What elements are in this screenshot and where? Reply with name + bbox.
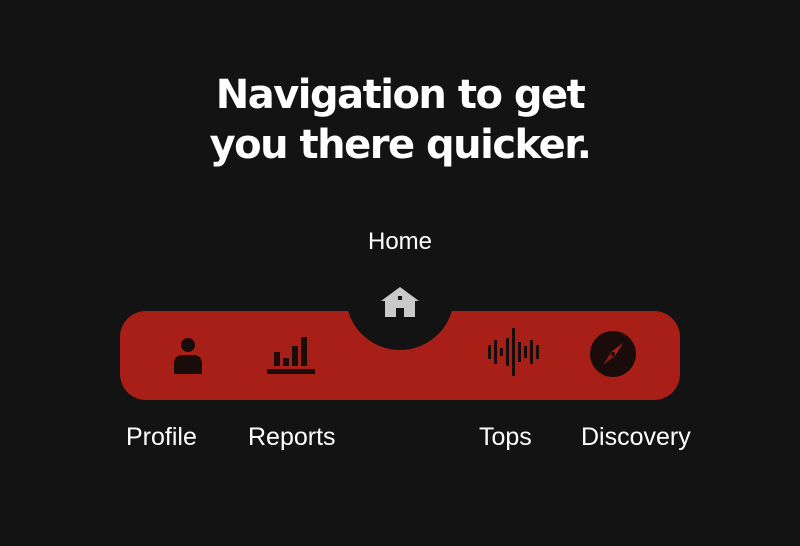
nav-item-discovery[interactable]: Discovery bbox=[581, 422, 691, 452]
person-icon[interactable] bbox=[171, 334, 205, 374]
nav-item-tops[interactable]: Tops bbox=[479, 422, 532, 452]
nav-item-home-label[interactable]: Home bbox=[340, 228, 460, 256]
bottom-navigation: Home Profile Reports Tops Discovery bbox=[0, 0, 800, 546]
nav-item-reports[interactable]: Reports bbox=[248, 422, 336, 452]
bar-chart-icon[interactable] bbox=[265, 334, 317, 376]
compass-icon[interactable] bbox=[589, 330, 637, 378]
nav-item-profile[interactable]: Profile bbox=[126, 422, 197, 452]
sound-wave-icon[interactable] bbox=[486, 328, 540, 376]
house-icon[interactable] bbox=[377, 285, 423, 319]
